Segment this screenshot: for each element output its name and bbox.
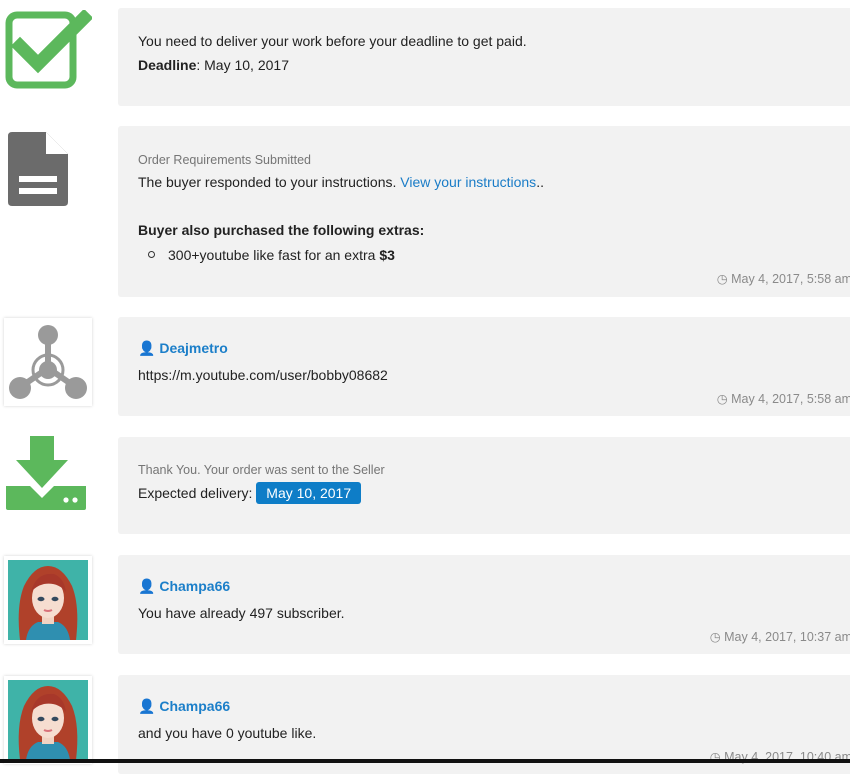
message-deajmetro: 👤 Deajmetro https://m.youtube.com/user/b… [0,310,850,430]
deadline-line: Deadline: May 10, 2017 [138,56,289,74]
username-link[interactable]: Champa66 [159,578,230,594]
requirements-text-line: The buyer responded to your instructions… [138,173,544,191]
network-avatar-icon [4,318,92,406]
avatar [4,556,92,644]
bottom-border [0,759,850,763]
document-icon [8,132,68,206]
timestamp-text: May 4, 2017, 5:58 am [731,272,850,286]
message-timestamp: ◷ May 4, 2017, 5:58 am [717,391,850,406]
extras-list: 300+youtube like fast for an extra $3 [138,246,395,264]
requirements-timestamp: ◷ May 4, 2017, 5:58 am [717,271,850,286]
clock-icon: ◷ [709,630,721,644]
deadline-value: May 10, 2017 [204,57,289,73]
requirements-card: Order Requirements Submitted The buyer r… [118,126,850,297]
view-instructions-link[interactable]: View your instructions [400,174,536,190]
message-text: You have already 497 subscriber. [138,605,345,621]
username-link[interactable]: Champa66 [159,698,230,714]
user-icon: 👤 [138,578,156,594]
deajmetro-card: 👤 Deajmetro https://m.youtube.com/user/b… [118,317,850,416]
girl-avatar [8,560,88,640]
link-suffix: .. [536,174,544,190]
message-text: https://m.youtube.com/user/bobby08682 [138,367,388,383]
delivery-date-badge: May 10, 2017 [256,482,362,504]
deadline-sep: : [196,57,201,73]
message-champa66-2: 👤 Champa66 and you have 0 youtube like. … [0,668,850,774]
girl-avatar [8,680,88,760]
message-deadline: You need to deliver your work before you… [0,0,850,120]
expected-delivery-label: Expected delivery: [138,485,253,501]
deadline-card: You need to deliver your work before you… [118,8,850,106]
message-text: and you have 0 youtube like. [138,725,317,741]
timestamp-text: May 4, 2017, 10:37 am [724,630,850,644]
extras-item: 300+youtube like fast for an extra $3 [138,246,395,264]
order-sent-subtitle: Thank You. Your order was sent to the Se… [138,463,385,477]
expected-delivery-line: Expected delivery: May 10, 2017 [138,482,362,504]
avatar [4,318,92,406]
extra-price: $3 [379,247,395,263]
download-tray-icon [6,436,86,510]
user-icon: 👤 [138,340,156,356]
extras-title: Buyer also purchased the following extra… [138,222,425,238]
avatar [4,676,92,764]
username-link[interactable]: Deajmetro [159,340,227,356]
clock-icon: ◷ [716,272,728,286]
extra-text: 300+youtube like fast for an extra [168,247,376,263]
requirements-subtitle: Order Requirements Submitted [138,153,311,167]
champa66-card-1: 👤 Champa66 You have already 497 subscrib… [118,555,850,654]
timestamp-text: May 4, 2017, 5:58 am [731,392,850,406]
username-line: 👤 Champa66 [138,697,230,715]
clock-icon: ◷ [716,392,728,406]
message-requirements: Order Requirements Submitted The buyer r… [0,120,850,310]
checkbox-check-icon [5,10,92,89]
user-icon: 👤 [138,698,156,714]
message-champa66-1: 👤 Champa66 You have already 497 subscrib… [0,548,850,668]
requirements-text: The buyer responded to your instructions… [138,174,397,190]
deadline-label: Deadline [138,57,197,73]
username-line: 👤 Champa66 [138,577,230,595]
message-order-sent: Thank You. Your order was sent to the Se… [0,430,850,548]
username-line: 👤 Deajmetro [138,339,228,357]
order-sent-card: Thank You. Your order was sent to the Se… [118,437,850,534]
deadline-text: You need to deliver your work before you… [138,33,527,49]
message-timestamp: ◷ May 4, 2017, 10:37 am [710,629,850,644]
